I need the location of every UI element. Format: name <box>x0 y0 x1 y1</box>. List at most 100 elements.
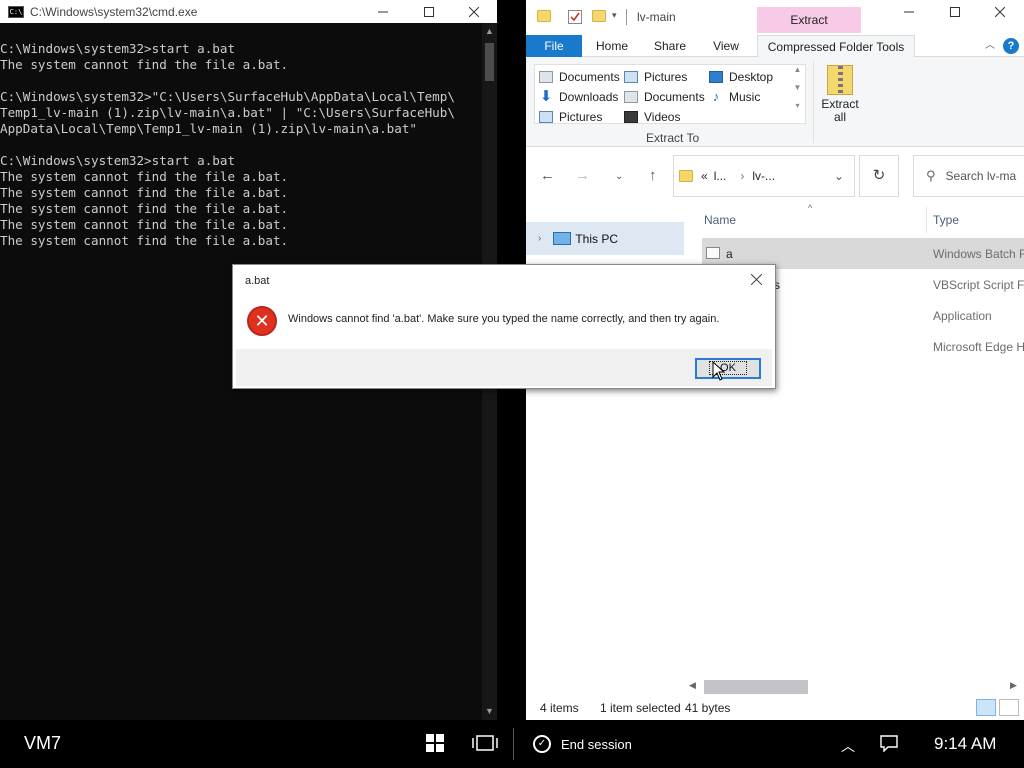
column-divider[interactable] <box>926 207 927 233</box>
properties-icon[interactable] <box>568 10 582 24</box>
dialog-footer <box>236 349 772 386</box>
recent-locations-icon[interactable]: ⌄ <box>615 171 623 182</box>
chevron-down-icon[interactable]: ▼ <box>790 83 805 101</box>
gallery-item-documents[interactable]: Documents <box>539 68 620 86</box>
navigation-bar: ← → ⌄ ↑ « l... › lv-... ⌄ ↻ ⚲ Search lv-… <box>526 155 1024 199</box>
help-icon[interactable]: ? <box>1003 38 1019 54</box>
tab-share[interactable]: Share <box>642 35 698 57</box>
expand-chevron-icon[interactable]: › <box>538 233 541 244</box>
console-line: The system cannot find the file a.bat. <box>0 201 289 216</box>
gallery-item-videos[interactable]: Videos <box>624 108 680 126</box>
taskbar: VM7 ✓ End session ︿ 9:14 AM <box>0 720 1024 768</box>
ribbon-panel: Documents Pictures Desktop ⬇ Downloads Do… <box>526 57 1024 147</box>
scroll-left-icon[interactable]: ◀ <box>689 680 696 691</box>
console-output[interactable]: C:\Windows\system32>start a.bat The syste… <box>0 41 482 249</box>
group-label-extract-to: Extract To <box>646 131 700 145</box>
file-type: Microsoft Edge H <box>933 340 1024 354</box>
gallery-item-music[interactable]: ♪ Music <box>709 88 761 106</box>
new-folder-icon[interactable] <box>592 10 606 22</box>
tab-compressed-folder-tools[interactable]: Compressed Folder Tools <box>757 35 915 58</box>
collapse-ribbon-icon[interactable]: ︿ <box>982 35 998 57</box>
explorer-close-button[interactable] <box>977 0 1023 23</box>
scroll-thumb[interactable] <box>704 680 808 694</box>
status-bar: 4 items 1 item selected 41 bytes <box>526 697 1024 720</box>
scroll-down-icon[interactable]: ▼ <box>482 703 497 720</box>
gallery-scroller[interactable]: ▲ ▼ ▾ <box>790 65 805 123</box>
gallery-item-documents-2[interactable]: Documents <box>624 88 705 106</box>
back-arrow-icon[interactable]: ← <box>540 167 555 184</box>
title-separator <box>626 9 627 25</box>
dialog-close-button[interactable] <box>745 269 767 291</box>
cmd-app-icon: C:\ <box>8 5 24 18</box>
folder-icon <box>537 10 551 22</box>
qat-dropdown-icon[interactable]: ▾ <box>612 10 626 24</box>
extract-all-label-2: all <box>833 110 846 124</box>
start-button[interactable] <box>426 734 446 754</box>
scroll-up-icon[interactable]: ▲ <box>482 23 497 40</box>
documents-icon <box>539 71 553 83</box>
status-item-count: 4 items <box>540 701 579 715</box>
refresh-button[interactable]: ↻ <box>859 155 899 197</box>
tab-home[interactable]: Home <box>584 35 640 57</box>
address-bar[interactable]: « l... › lv-... ⌄ <box>673 155 855 197</box>
cmd-titlebar[interactable]: C:\ C:\Windows\system32\cmd.exe <box>0 0 497 23</box>
scroll-thumb[interactable] <box>485 43 494 81</box>
error-dialog[interactable]: a.bat ✕ Windows cannot find 'a.bat'. Mak… <box>232 264 776 389</box>
status-selected: 1 item selected <box>600 701 681 715</box>
pictures-icon <box>539 111 553 123</box>
address-overflow[interactable]: « <box>701 169 708 183</box>
tab-file[interactable]: File <box>526 35 582 57</box>
chevron-right-icon[interactable]: › <box>740 169 744 183</box>
gallery-expand-icon[interactable]: ▾ <box>790 101 805 119</box>
chevron-up-icon[interactable]: ▲ <box>790 65 805 83</box>
action-center-button[interactable] <box>880 734 898 757</box>
this-pc-icon <box>553 232 572 245</box>
show-hidden-icons-icon[interactable]: ︿ <box>841 736 855 756</box>
checkmark-icon: ✓ <box>533 735 551 753</box>
gallery-item-pictures[interactable]: Pictures <box>624 68 687 86</box>
console-line: The system cannot find the file a.bat. <box>0 233 289 248</box>
minimize-icon <box>378 11 388 12</box>
extract-all-button[interactable]: Extract all <box>818 63 862 124</box>
scroll-right-icon[interactable]: ▶ <box>1010 680 1017 691</box>
sort-up-icon: ^ <box>808 203 813 213</box>
address-dropdown-icon[interactable]: ⌄ <box>834 169 844 183</box>
tab-view[interactable]: View <box>700 35 752 57</box>
end-session-button[interactable]: ✓ End session <box>533 735 632 753</box>
address-segment-1[interactable]: l... <box>714 169 727 183</box>
console-line: C:\Windows\system32>start a.bat <box>0 153 236 168</box>
ribbon-tabs: File Home Share View Compressed Folder T… <box>526 35 1024 58</box>
address-segment-2[interactable]: lv-... <box>752 169 775 183</box>
explorer-minimize-button[interactable] <box>886 0 932 23</box>
gallery-item-pictures-2[interactable]: Pictures <box>539 108 602 126</box>
ok-button[interactable]: OK <box>695 358 761 379</box>
maximize-icon <box>424 6 434 17</box>
horizontal-scrollbar[interactable]: ◀ ▶ <box>686 678 1024 695</box>
minimize-icon <box>904 11 914 12</box>
console-line: C:\Windows\system32>start a.bat <box>0 41 236 56</box>
clock[interactable]: 9:14 AM <box>934 734 996 754</box>
desktop-icon <box>709 71 723 83</box>
details-view-icon[interactable] <box>976 699 996 716</box>
gallery-item-desktop[interactable]: Desktop <box>709 68 773 86</box>
search-box[interactable]: ⚲ Search lv-ma <box>913 155 1024 197</box>
downloads-icon: ⬇ <box>539 88 553 105</box>
gallery-item-downloads[interactable]: ⬇ Downloads <box>539 88 619 106</box>
explorer-titlebar[interactable]: ▾ lv-main Extract <box>526 0 1024 35</box>
up-arrow-icon[interactable]: ↑ <box>649 167 657 184</box>
extract-to-gallery[interactable]: Documents Pictures Desktop ⬇ Downloads Do… <box>534 64 806 124</box>
file-type: Application <box>933 309 992 323</box>
explorer-maximize-button[interactable] <box>932 0 978 23</box>
nav-item-this-pc[interactable]: › This PC <box>526 222 684 255</box>
file-type: Windows Batch F <box>933 247 1024 261</box>
file-name: a <box>726 247 733 261</box>
task-view-button[interactable] <box>472 734 498 754</box>
column-name[interactable]: Name <box>704 213 736 227</box>
column-type[interactable]: Type <box>933 213 959 227</box>
large-icons-view-icon[interactable] <box>999 699 1019 716</box>
forward-arrow-icon[interactable]: → <box>575 167 590 184</box>
maximize-button[interactable] <box>406 0 452 23</box>
close-button[interactable] <box>451 0 497 23</box>
minimize-button[interactable] <box>360 0 406 23</box>
